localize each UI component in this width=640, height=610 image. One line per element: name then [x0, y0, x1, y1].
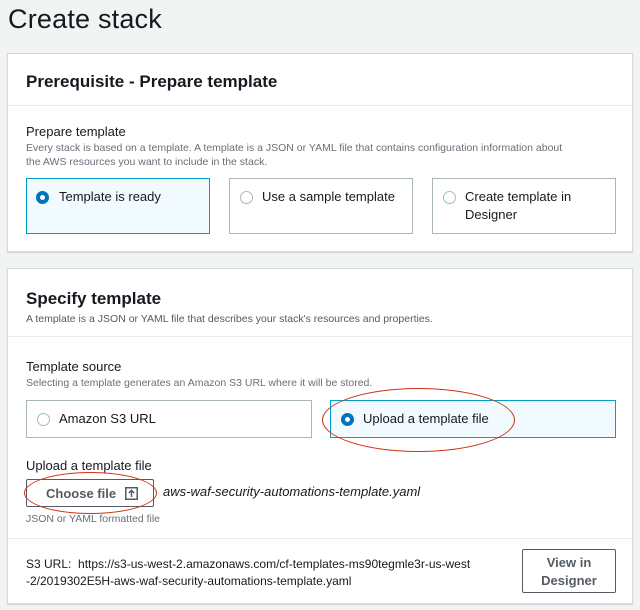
- specify-template-desc: A template is a JSON or YAML file that d…: [26, 313, 433, 325]
- specify-template-panel: Specify template A template is a JSON or…: [7, 268, 633, 604]
- s3-url-value-2: -2/2019302E5H-aws-waf-security-automatio…: [26, 574, 352, 588]
- template-ready-radio[interactable]: [36, 191, 49, 204]
- s3-url-line-1: S3 URL: https://s3-us-west-2.amazonaws.c…: [26, 556, 470, 573]
- create-designer-label-2: Designer: [465, 207, 518, 222]
- prepare-template-desc-2: the AWS resources you want to include in…: [26, 156, 268, 168]
- create-designer-label-1: Create template in: [465, 189, 572, 204]
- upload-file-label: Upload a template file: [26, 458, 152, 473]
- prerequisite-panel: Prerequisite - Prepare template Prepare …: [7, 53, 633, 252]
- choose-file-label: Choose file: [46, 486, 117, 501]
- s3-url-text: S3 URL: https://s3-us-west-2.amazonaws.c…: [26, 556, 470, 590]
- view-in-designer-label-1: View in: [546, 555, 592, 570]
- option-upload-template-file[interactable]: Upload a template file: [330, 400, 616, 438]
- upload-template-label: Upload a template file: [363, 411, 489, 426]
- amazon-s3-url-radio[interactable]: [37, 413, 50, 426]
- template-source-label: Template source: [26, 359, 122, 374]
- s3-url-value-1: https://s3-us-west-2.amazonaws.com/cf-te…: [78, 557, 471, 571]
- selected-file-name: aws-waf-security-automations-template.ya…: [163, 484, 421, 499]
- template-source-desc: Selecting a template generates an Amazon…: [26, 377, 373, 389]
- view-in-designer-button[interactable]: View in Designer: [522, 549, 616, 593]
- option-template-ready[interactable]: Template is ready: [26, 178, 210, 234]
- option-sample-template[interactable]: Use a sample template: [229, 178, 413, 234]
- prepare-template-label: Prepare template: [26, 124, 126, 139]
- file-format-hint: JSON or YAML formatted file: [26, 513, 161, 525]
- upload-icon: [125, 487, 138, 500]
- choose-file-button[interactable]: Choose file: [26, 479, 154, 507]
- option-create-in-designer[interactable]: Create template in Designer: [432, 178, 616, 234]
- sample-template-radio[interactable]: [240, 191, 253, 204]
- s3-url-divider: [8, 538, 632, 539]
- prepare-template-desc-1: Every stack is based on a template. A te…: [26, 142, 563, 154]
- upload-template-radio[interactable]: [341, 413, 354, 426]
- amazon-s3-url-label: Amazon S3 URL: [59, 411, 156, 426]
- option-amazon-s3-url[interactable]: Amazon S3 URL: [26, 400, 312, 438]
- prerequisite-title: Prerequisite - Prepare template: [26, 72, 278, 91]
- view-in-designer-label-2: Designer: [541, 573, 597, 588]
- specify-template-title: Specify template: [26, 289, 162, 308]
- template-ready-label: Template is ready: [59, 189, 161, 204]
- create-designer-radio[interactable]: [443, 191, 456, 204]
- specify-template-header: Specify template A template is a JSON or…: [8, 269, 632, 337]
- prerequisite-header: Prerequisite - Prepare template: [8, 54, 632, 106]
- sample-template-label: Use a sample template: [262, 189, 395, 204]
- s3-url-prefix: S3 URL:: [26, 557, 72, 571]
- page-title: Create stack: [8, 4, 162, 34]
